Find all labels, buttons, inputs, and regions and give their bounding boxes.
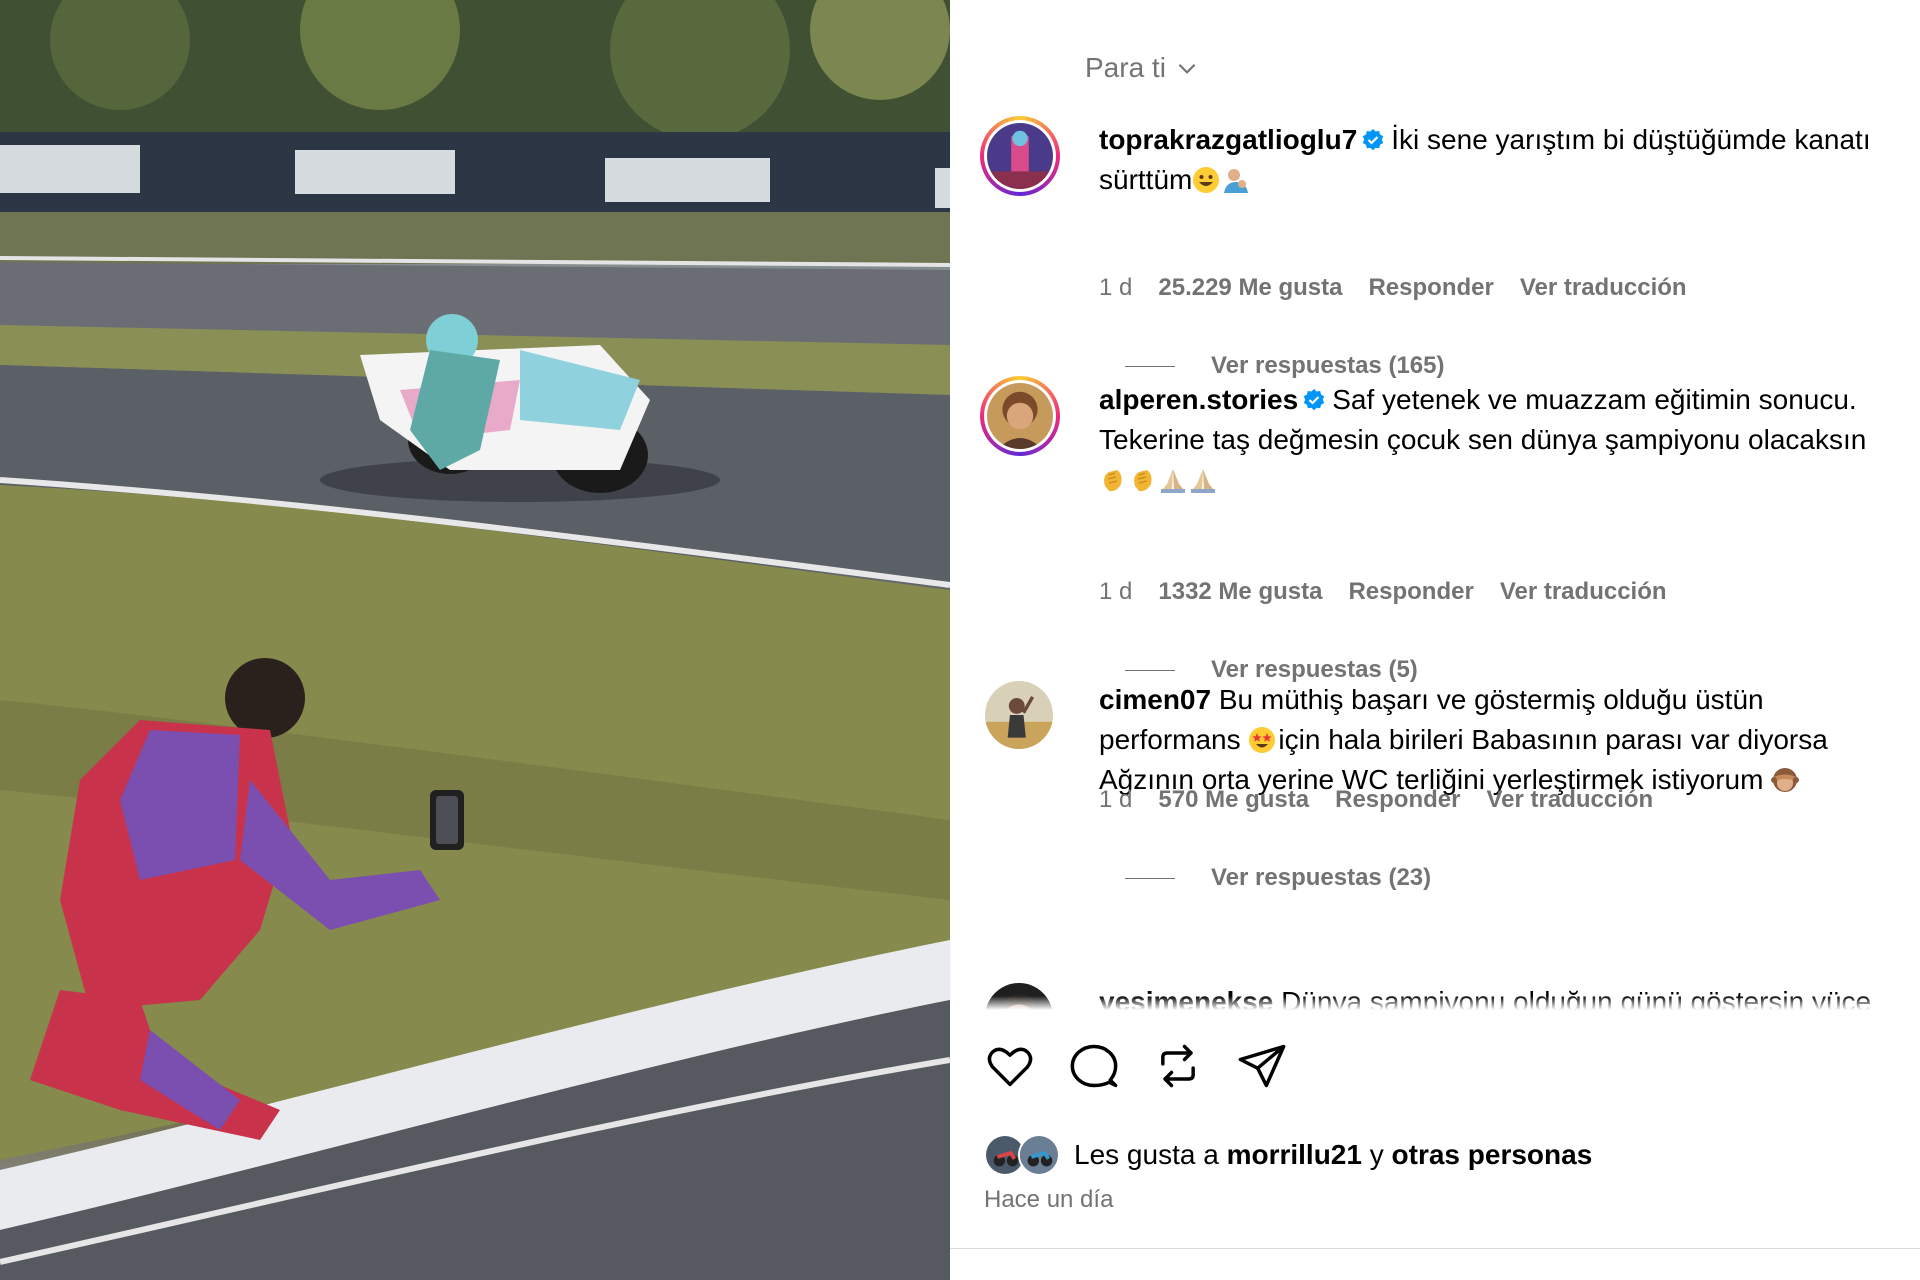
feed-label: Para ti bbox=[1085, 52, 1166, 83]
avatar[interactable] bbox=[980, 116, 1060, 196]
heart-icon[interactable] bbox=[984, 1040, 1036, 1092]
feed-selector[interactable]: Para ti bbox=[1085, 52, 1200, 84]
liker-username[interactable]: morrillu21 bbox=[1227, 1139, 1362, 1171]
avatar[interactable] bbox=[985, 681, 1053, 749]
post-media[interactable] bbox=[0, 0, 950, 1280]
comment-like-count[interactable]: 25.229 Me gusta bbox=[1158, 274, 1342, 302]
avatar-image bbox=[985, 681, 1053, 749]
view-replies-label: Ver respuestas (23) bbox=[1211, 864, 1432, 891]
view-replies-button[interactable]: Ver respuestas (165) bbox=[1125, 352, 1444, 380]
comment-age: 1 d bbox=[1099, 786, 1133, 813]
media-scene bbox=[0, 0, 950, 1280]
verified-badge-icon bbox=[1363, 129, 1384, 151]
action-bar bbox=[984, 1040, 1288, 1092]
comment-body: cimen07 Bu müthiş başarı ve göstermiş ol… bbox=[1099, 680, 1899, 800]
verified-badge-icon bbox=[1304, 389, 1325, 411]
comment-like-count[interactable]: 1332 Me gusta bbox=[1158, 578, 1322, 606]
comment-username[interactable]: alperen.stories bbox=[1099, 384, 1298, 415]
likes-summary[interactable]: Les gusta a morrillu21 y otras personas bbox=[984, 1134, 1592, 1176]
comment-meta: 1 d 570 Me gusta Responder Ver traducció… bbox=[1099, 786, 1653, 814]
comment-age: 1 d bbox=[1099, 274, 1133, 301]
likes-connector: y bbox=[1369, 1139, 1384, 1170]
view-replies-button[interactable]: Ver respuestas (23) bbox=[1125, 864, 1431, 892]
reply-button[interactable]: Responder bbox=[1335, 786, 1460, 814]
comments-panel: Para ti toprakrazgatlioglu7 İki sene yarı… bbox=[950, 0, 1920, 1280]
divider-line bbox=[1125, 365, 1175, 367]
comment-meta: 1 d 25.229 Me gusta Responder Ver traduc… bbox=[1099, 274, 1687, 302]
chevron-down-icon bbox=[1178, 63, 1196, 74]
post-timestamp: Hace un día bbox=[984, 1186, 1114, 1213]
reply-button[interactable]: Responder bbox=[1348, 578, 1473, 606]
translate-button[interactable]: Ver traducción bbox=[1486, 786, 1653, 814]
comment-username[interactable]: toprakrazgatlioglu7 bbox=[1099, 124, 1357, 155]
see-no-evil-monkey-emoji bbox=[1771, 768, 1800, 792]
folded-hands-emoji bbox=[1191, 469, 1215, 493]
comment-body: toprakrazgatlioglu7 İki sene yarıştım bi … bbox=[1099, 120, 1899, 200]
clapping-hands-emoji bbox=[1104, 470, 1122, 492]
comment-like-count[interactable]: 570 Me gusta bbox=[1158, 786, 1309, 814]
divider-line bbox=[1125, 877, 1175, 879]
folded-hands-emoji bbox=[1161, 469, 1185, 493]
comment-meta: 1 d 1332 Me gusta Responder Ver traducci… bbox=[1099, 578, 1667, 606]
comment-username[interactable]: cimen07 bbox=[1099, 684, 1211, 715]
person-emoji bbox=[1224, 169, 1249, 193]
comments-list[interactable]: toprakrazgatlioglu7 İki sene yarıştım bi … bbox=[950, 100, 1920, 1010]
comment-body: alperen.stories Saf yetenek ve muazzam eğ… bbox=[1099, 380, 1899, 500]
comment-icon[interactable] bbox=[1068, 1040, 1120, 1092]
avatar-image bbox=[987, 123, 1053, 189]
translate-button[interactable]: Ver traducción bbox=[1500, 578, 1667, 606]
clapping-hands-emoji bbox=[1134, 470, 1152, 492]
likes-others[interactable]: otras personas bbox=[1392, 1139, 1593, 1171]
avatar-image bbox=[987, 383, 1053, 449]
divider-line bbox=[1125, 669, 1175, 671]
likes-prefix: Les gusta a bbox=[1074, 1139, 1219, 1170]
translate-button[interactable]: Ver traducción bbox=[1520, 274, 1687, 302]
share-icon[interactable] bbox=[1236, 1040, 1288, 1092]
avatar[interactable] bbox=[980, 376, 1060, 456]
grinning-face-emoji bbox=[1193, 167, 1220, 193]
star-struck-emoji bbox=[1249, 727, 1276, 753]
repost-icon[interactable] bbox=[1152, 1040, 1204, 1092]
avatar bbox=[1018, 1134, 1060, 1176]
reply-button[interactable]: Responder bbox=[1368, 274, 1493, 302]
scroll-fade bbox=[950, 996, 1920, 1010]
liker-avatars bbox=[984, 1134, 1064, 1176]
divider bbox=[950, 1248, 1920, 1249]
view-replies-label: Ver respuestas (165) bbox=[1211, 352, 1445, 379]
comment-age: 1 d bbox=[1099, 578, 1133, 605]
